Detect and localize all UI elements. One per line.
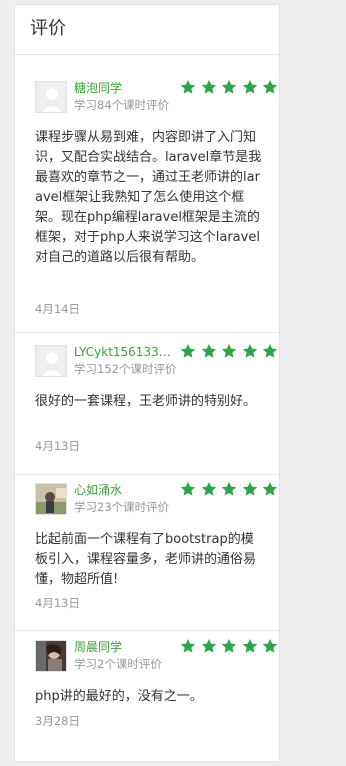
review-date: 3月28日 xyxy=(35,714,80,728)
review-content: 课程步骤从易到难，内容即讲了入门知识，又配合实战结合。laravel章节是我最喜… xyxy=(35,130,262,265)
star-icon xyxy=(201,639,216,653)
star-icon xyxy=(263,639,278,653)
star-icon xyxy=(242,344,257,358)
star-icon xyxy=(263,80,278,94)
star-icon xyxy=(180,482,196,496)
photo-avatar-icon xyxy=(36,641,66,671)
user-avatar[interactable] xyxy=(35,81,67,113)
rating-stars xyxy=(180,343,278,359)
review-meta: 学习152个课时评价 xyxy=(74,362,177,376)
review-date: 4月13日 xyxy=(35,439,80,453)
username-link[interactable]: 周晨同学 xyxy=(74,639,176,655)
star-icon xyxy=(222,482,237,496)
username-link[interactable]: 糖泡同学 xyxy=(74,80,176,96)
user-avatar[interactable] xyxy=(35,345,67,377)
star-icon xyxy=(180,80,196,94)
review-date: 4月13日 xyxy=(35,596,80,610)
review-meta: 学习2个课时评价 xyxy=(74,657,162,671)
review-item: 心如涌水 学习23个课时评价 比起前面一个课程有了bootstrap的模板引入，… xyxy=(15,481,279,631)
panel-title: 评价 xyxy=(15,5,279,55)
star-icon xyxy=(242,482,257,496)
photo-avatar-icon xyxy=(36,484,66,514)
star-icon xyxy=(201,80,216,94)
rating-stars xyxy=(180,79,278,95)
rating-stars xyxy=(180,638,278,654)
star-icon xyxy=(222,639,237,653)
star-icon xyxy=(201,344,216,358)
username-link[interactable]: LYCykt1561330... xyxy=(74,344,176,360)
reviews-panel: 评价 糖泡同学 学习84个课时评价 课程步骤从易到难，内容即讲了入门知识，又配合… xyxy=(15,5,279,761)
review-content: 比起前面一个课程有了bootstrap的模板引入，课程容量多，老师讲的通俗易懂，… xyxy=(35,532,257,587)
star-icon xyxy=(180,639,196,653)
star-icon xyxy=(222,344,237,358)
star-icon xyxy=(180,344,196,358)
star-icon xyxy=(242,639,257,653)
default-avatar-icon xyxy=(36,346,66,376)
star-icon xyxy=(242,80,257,94)
star-icon xyxy=(222,80,237,94)
user-avatar[interactable] xyxy=(35,483,67,515)
star-icon xyxy=(263,482,278,496)
review-content: php讲的最好的，没有之一。 xyxy=(35,689,203,704)
star-icon xyxy=(201,482,216,496)
rating-stars xyxy=(180,481,278,497)
username-link[interactable]: 心如涌水 xyxy=(74,482,176,498)
user-avatar[interactable] xyxy=(35,640,67,672)
review-content: 很好的一套课程，王老师讲的特别好。 xyxy=(35,394,257,409)
review-item: 周晨同学 学习2个课时评价 php讲的最好的，没有之一。 3月28日 xyxy=(15,638,279,740)
star-icon xyxy=(263,344,278,358)
review-meta: 学习23个课时评价 xyxy=(74,500,170,514)
review-item: LYCykt1561330... 学习152个课时评价 很好的一套课程，王老师讲… xyxy=(15,343,279,475)
review-meta: 学习84个课时评价 xyxy=(74,98,170,112)
default-avatar-icon xyxy=(36,82,66,112)
review-date: 4月14日 xyxy=(35,302,80,316)
review-item: 糖泡同学 学习84个课时评价 课程步骤从易到难，内容即讲了入门知识，又配合实战结… xyxy=(15,79,279,333)
